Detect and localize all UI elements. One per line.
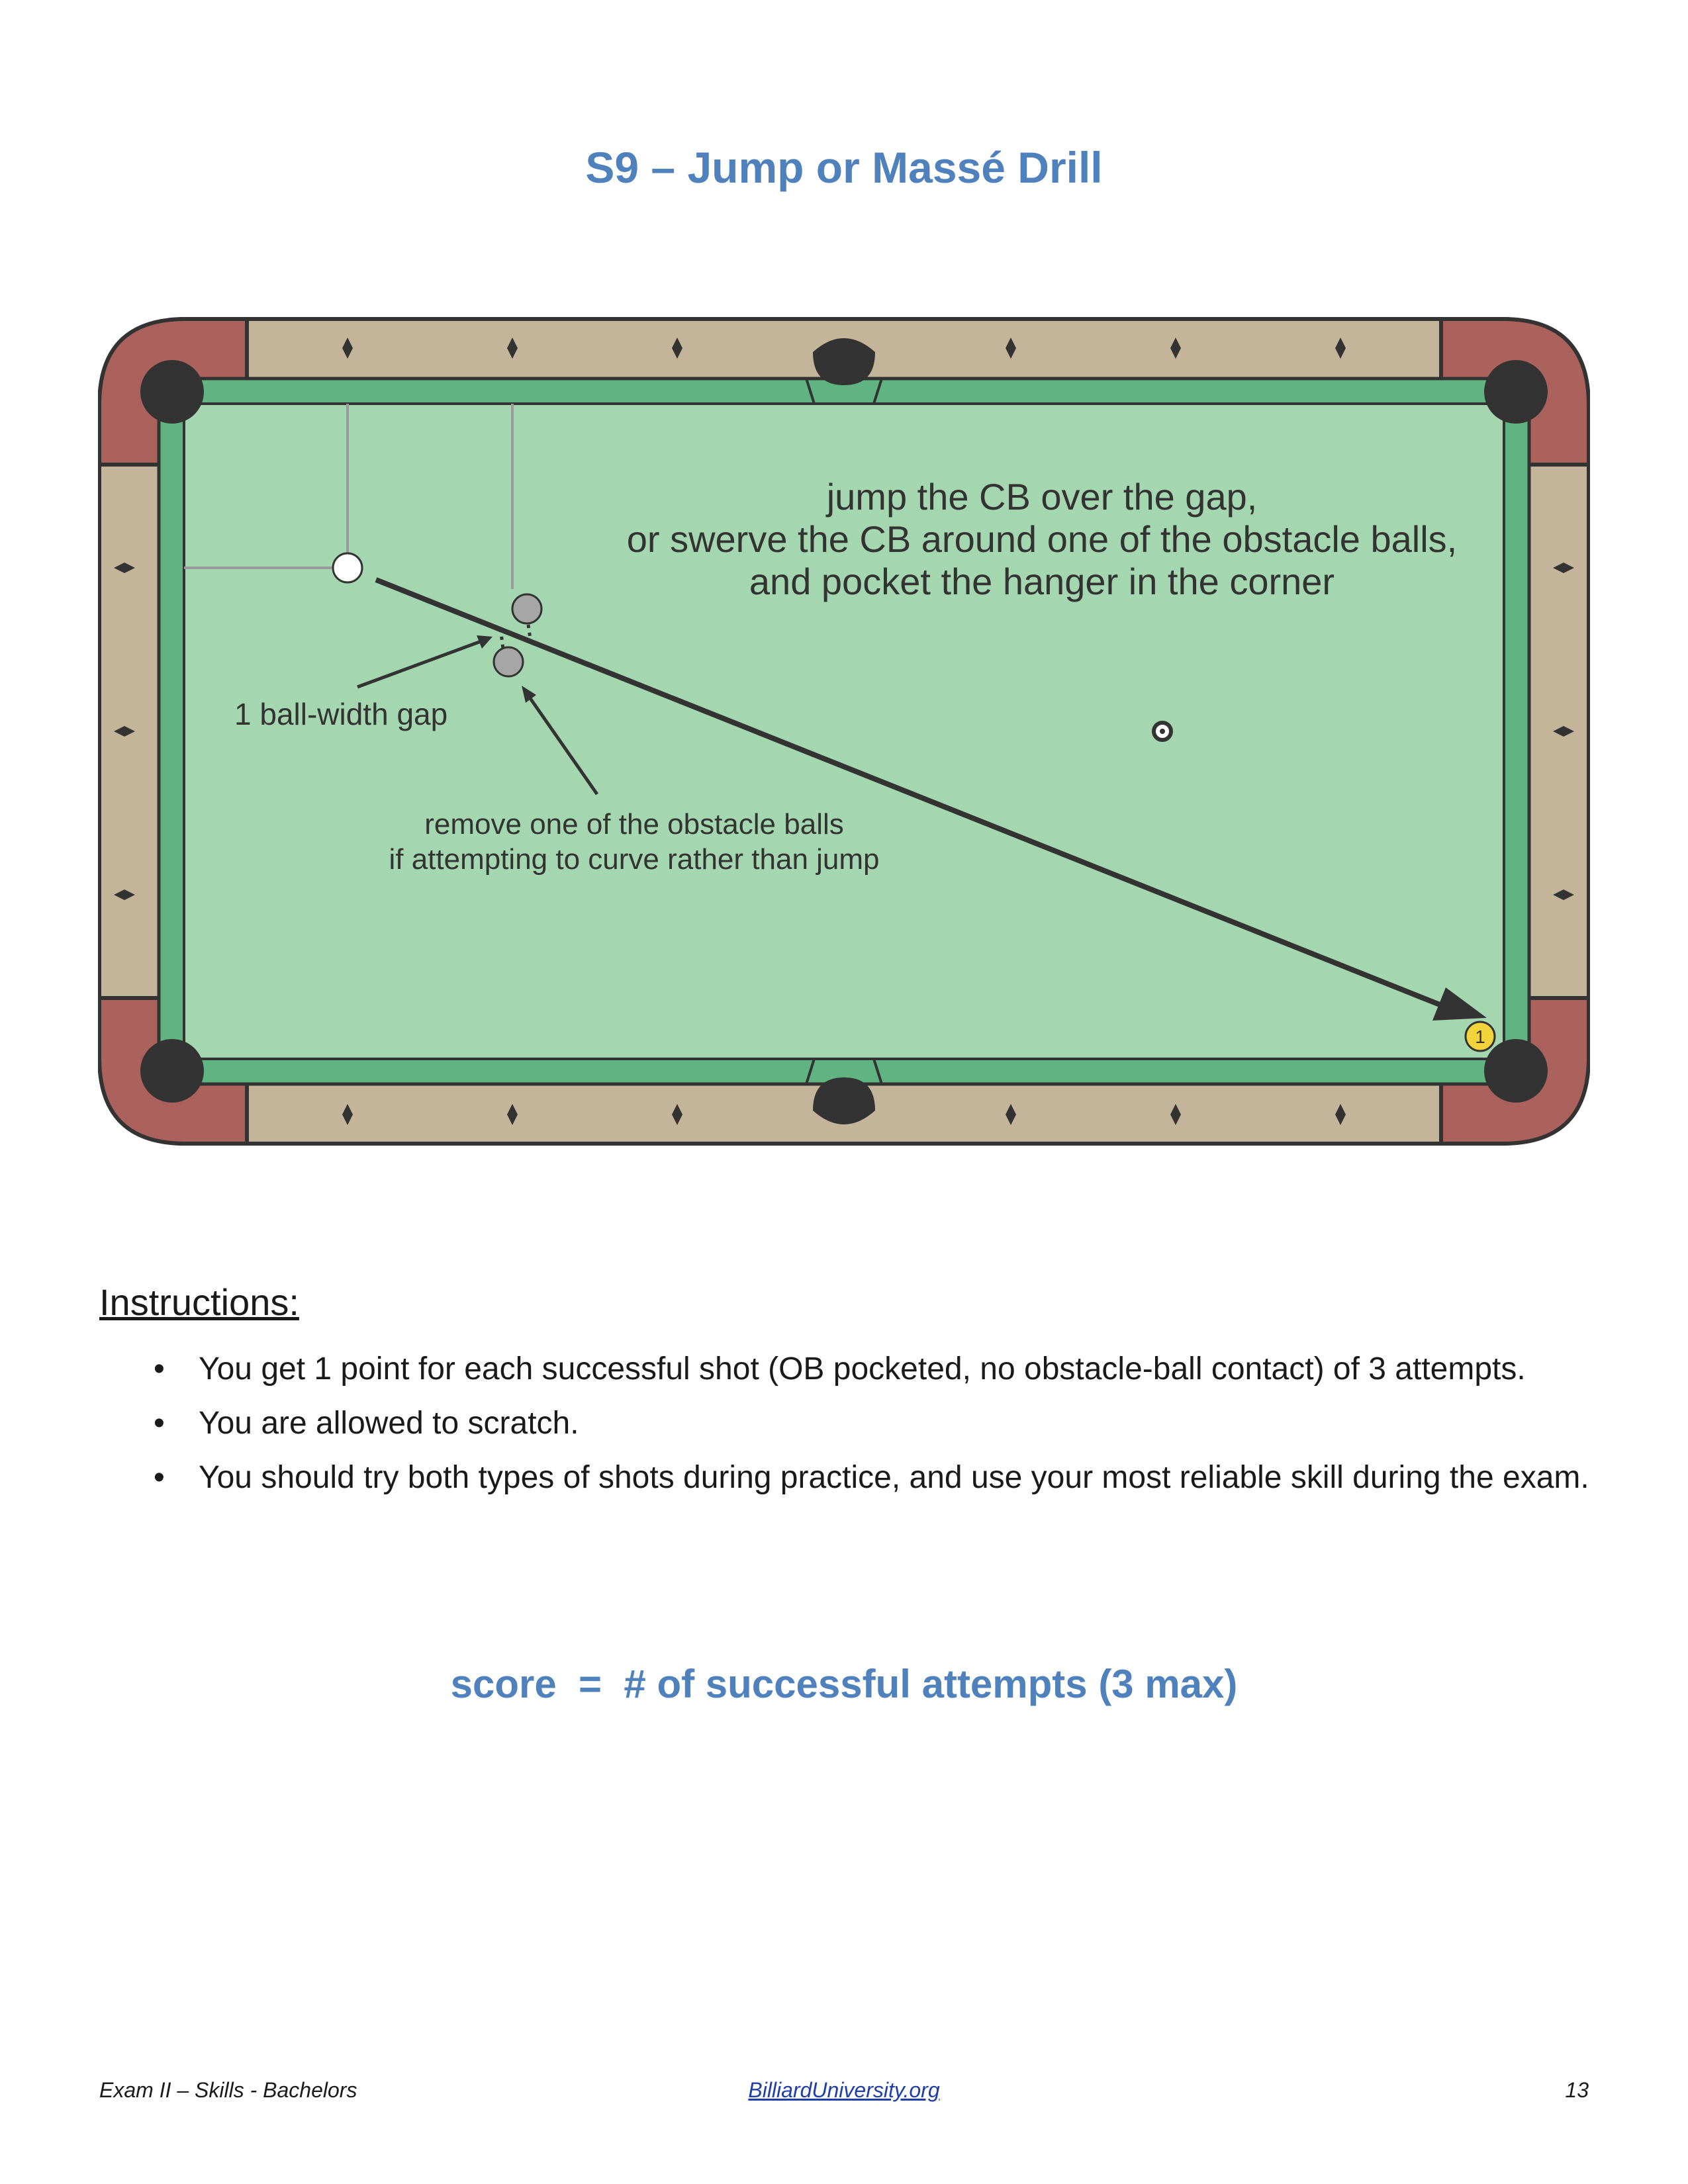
page-title: S9 – Jump or Massé Drill (585, 143, 1103, 192)
instructions-heading: Instructions: (99, 1281, 299, 1323)
instructions-list: • You get 1 point for each successful sho… (146, 1350, 1595, 1513)
cue-ball (332, 552, 363, 584)
remove-note-line-1: remove one of the obstacle balls (424, 808, 844, 841)
bullet-icon: • (154, 1460, 165, 1495)
gap-label: 1 ball-width gap (234, 697, 447, 731)
instruction-text: You get 1 point for each successful shot… (199, 1351, 1526, 1387)
footer-website-link[interactable]: BilliardUniversity.org (0, 2078, 1688, 2103)
remove-note-line-2: if attempting to curve rather than jump (389, 843, 879, 876)
instruction-text: You are allowed to scratch. (199, 1406, 579, 1441)
pocket-top-right (1484, 360, 1548, 424)
obstacle-ball-lower (492, 646, 524, 678)
list-item: • You get 1 point for each successful sho… (146, 1350, 1595, 1388)
page-number: 13 (1565, 2078, 1589, 2102)
top-note-line-3: and pocket the hanger in the corner (749, 561, 1335, 602)
top-note-line-1: jump the CB over the gap, (825, 476, 1258, 518)
bullet-icon: • (154, 1406, 165, 1441)
bullet-icon: • (154, 1351, 165, 1387)
score-formula: score = # of successful attempts (3 max) (450, 1662, 1238, 1706)
object-ball-number: 1 (1475, 1026, 1485, 1047)
pocket-top-left (140, 360, 204, 424)
list-item: • You should try both types of shots duri… (146, 1459, 1595, 1497)
instruction-text: You should try both types of shots durin… (199, 1460, 1589, 1495)
pocket-top-side (813, 338, 875, 385)
pocket-bottom-left (140, 1039, 204, 1103)
pool-table-diagram: 1 jump the CB over the gap, or swerve th… (98, 311, 1590, 1152)
top-note-line-2: or swerve the CB around one of the obsta… (627, 518, 1458, 560)
obstacle-ball-upper (511, 593, 543, 625)
pocket-bottom-right (1484, 1039, 1548, 1103)
pocket-bottom-side (813, 1077, 875, 1124)
list-item: • You are allowed to scratch. (146, 1404, 1595, 1443)
